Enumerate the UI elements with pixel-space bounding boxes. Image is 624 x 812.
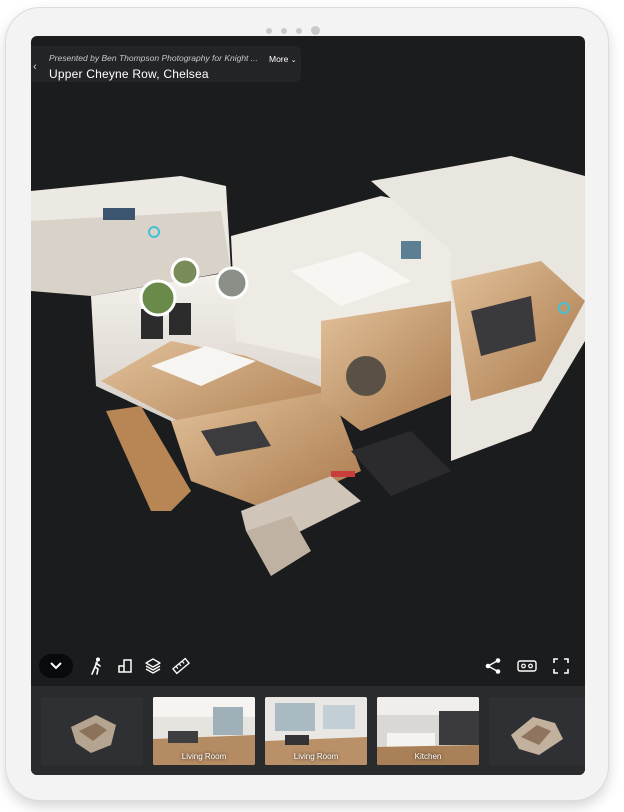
camera-lens	[311, 26, 320, 35]
highlight-reel: Living Room Living Room Kitchen	[31, 686, 585, 775]
vr-headset-icon	[517, 660, 537, 672]
camera-bar	[266, 26, 320, 35]
sensor-dot	[266, 27, 272, 34]
presenter-credit: Presented by Ben Thompson Photography fo…	[49, 53, 258, 63]
thumbnail-label: Living Room	[181, 752, 227, 761]
share-button[interactable]	[479, 652, 507, 680]
tour-info-header: ‹ Presented by Ben Thompson Photography …	[31, 46, 301, 82]
floor-plan-icon	[118, 659, 132, 673]
walking-person-icon	[91, 657, 101, 675]
view-mode-toolbar	[39, 652, 195, 680]
highlight-thumbnail-living-room[interactable]: Living Room	[265, 697, 367, 765]
share-icon	[485, 658, 501, 674]
presenter-name: Ben Thompson Photography for Knight ...	[101, 53, 258, 63]
chevron-down-icon	[50, 662, 62, 670]
more-button[interactable]: More ⌄	[269, 54, 297, 64]
layers-icon	[145, 658, 161, 674]
floor-selector-button[interactable]	[139, 652, 167, 680]
sensor-dot	[281, 27, 287, 34]
more-label: More	[269, 54, 289, 64]
highlight-thumbnail-dollhouse[interactable]	[489, 697, 585, 765]
collapse-button[interactable]	[39, 654, 73, 678]
highlight-thumbnail-living-room[interactable]: Living Room	[153, 697, 255, 765]
thumbnail-label: Kitchen	[414, 752, 442, 761]
viewpoint-marker[interactable]	[139, 279, 177, 317]
viewpoint-marker[interactable]	[170, 257, 200, 287]
highlight-thumbnail-kitchen[interactable]: Kitchen	[377, 697, 479, 765]
share-toolbar	[479, 652, 575, 680]
dollhouse-3d-model[interactable]	[31, 131, 585, 631]
measurement-button[interactable]	[167, 652, 195, 680]
walkthrough-mode-button[interactable]	[83, 652, 111, 680]
chevron-left-icon[interactable]: ‹	[33, 61, 37, 73]
viewpoint-marker[interactable]	[215, 266, 249, 300]
thumbnail-label: Living Room	[293, 752, 339, 761]
highlight-thumbnail-dollhouse[interactable]	[41, 697, 143, 765]
vr-button[interactable]	[513, 652, 541, 680]
ruler-icon	[172, 657, 190, 675]
chevron-down-icon: ⌄	[290, 57, 297, 64]
property-address: Upper Cheyne Row, Chelsea	[49, 67, 209, 81]
fullscreen-icon	[553, 658, 569, 674]
floor-plan-button[interactable]	[111, 652, 139, 680]
sensor-dot	[296, 27, 302, 34]
presenter-prefix: Presented by	[49, 53, 100, 63]
fullscreen-button[interactable]	[547, 652, 575, 680]
tour-viewer[interactable]: ‹ Presented by Ben Thompson Photography …	[31, 36, 585, 775]
